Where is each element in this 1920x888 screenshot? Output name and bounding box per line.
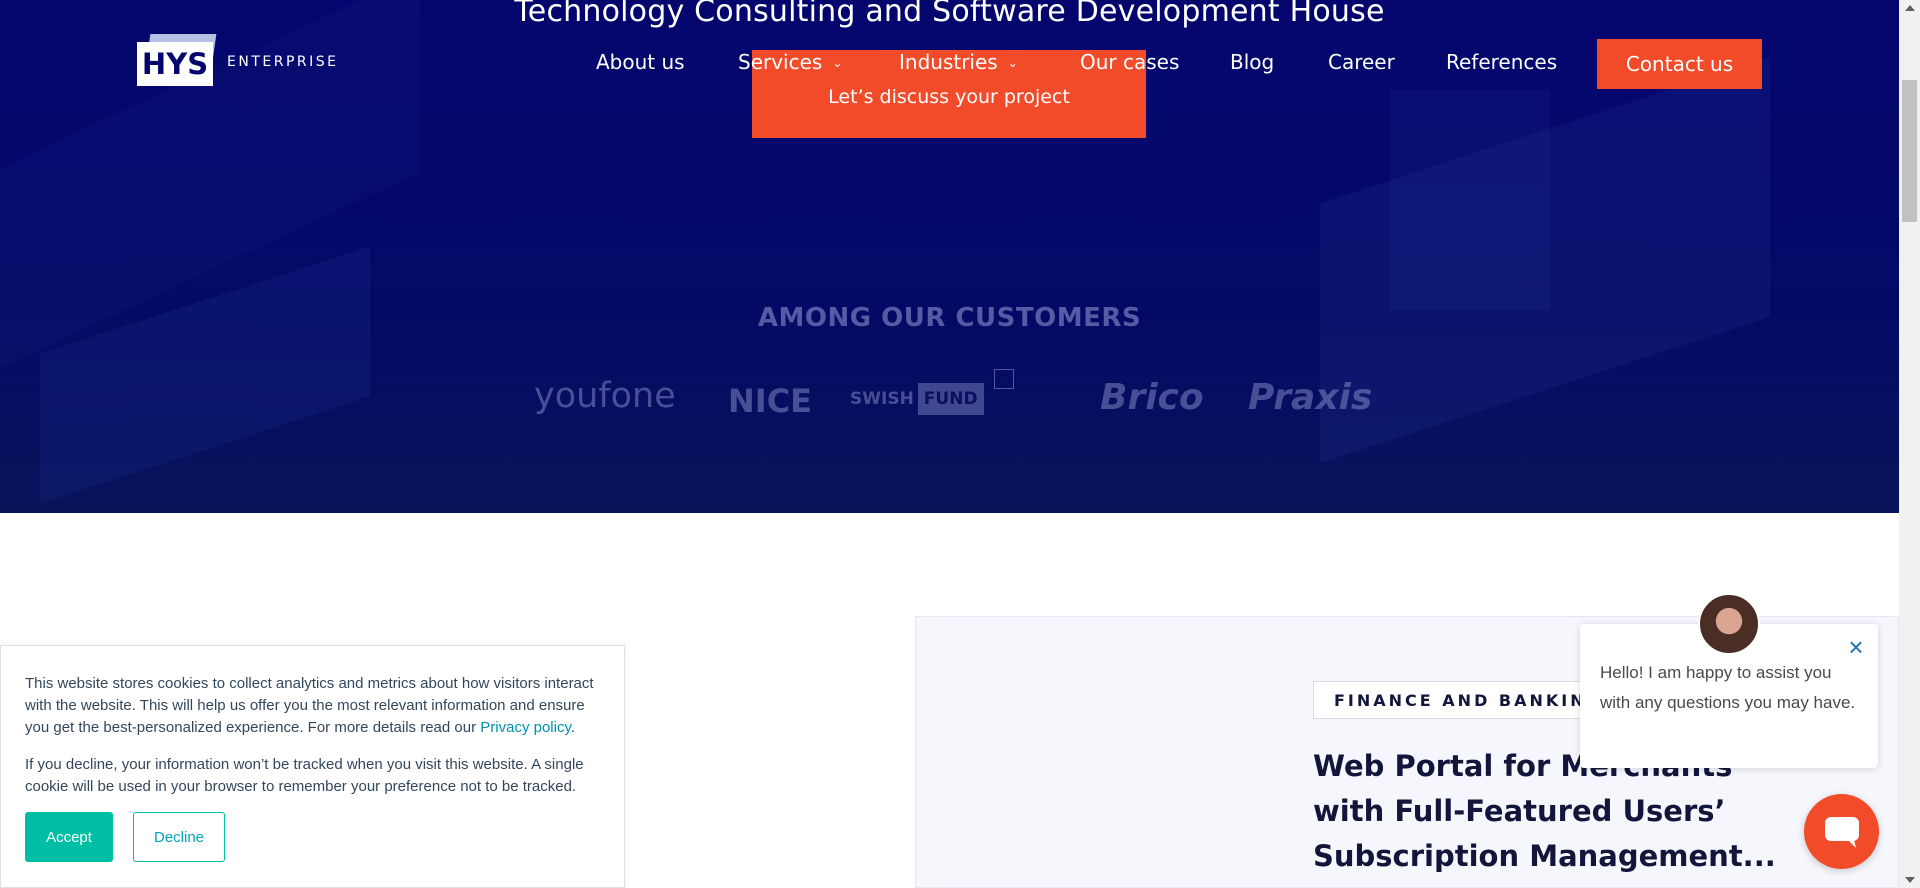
cookie-text-end: . bbox=[570, 719, 576, 736]
chevron-down-icon: ⌄ bbox=[832, 56, 843, 70]
hero-title: Technology Consulting and Software Devel… bbox=[514, 0, 1385, 29]
broken-image-icon bbox=[994, 369, 1014, 389]
chevron-down-icon: ⌄ bbox=[1007, 56, 1018, 70]
customer-logo-praxis: Praxis bbox=[1248, 377, 1373, 418]
scrollbar-thumb[interactable] bbox=[1902, 80, 1917, 222]
hero-section: Technology Consulting and Software Devel… bbox=[0, 0, 1899, 513]
customer-logo-swishfund: SWISH FUND bbox=[850, 383, 984, 415]
customers-heading: AMONG OUR CUSTOMERS bbox=[757, 303, 1142, 333]
customer-logo-brico: Brico bbox=[1100, 377, 1204, 418]
nav-item-references[interactable]: References bbox=[1446, 50, 1557, 74]
case-category-badge: FINANCE AND BANKING bbox=[1313, 681, 1624, 719]
chat-launcher-button[interactable] bbox=[1804, 794, 1879, 869]
nav-item-our-cases[interactable]: Our cases bbox=[1080, 50, 1179, 74]
nav-item-industries[interactable]: Industries ⌄ bbox=[899, 50, 1018, 74]
scroll-up-arrow-icon[interactable] bbox=[1905, 5, 1915, 11]
nav-item-services[interactable]: Services ⌄ bbox=[738, 50, 842, 74]
nav-item-label: Industries bbox=[899, 50, 998, 74]
nav-item-label: References bbox=[1446, 50, 1558, 74]
fund-text: FUND bbox=[917, 383, 984, 415]
site-logo[interactable]: HYS ENTERPRISE bbox=[137, 34, 338, 90]
agent-avatar bbox=[1698, 593, 1760, 655]
cookie-text: This website stores cookies to collect a… bbox=[25, 673, 605, 739]
chat-icon bbox=[1825, 817, 1859, 848]
privacy-policy-link[interactable]: Privacy policy bbox=[480, 719, 571, 736]
nav-item-about-us[interactable]: About us bbox=[596, 50, 685, 74]
nav-item-label: Blog bbox=[1230, 50, 1275, 74]
cookie-decline-text: If you decline, your information won’t b… bbox=[25, 756, 584, 795]
customer-logo-youfone: youfone bbox=[534, 376, 676, 416]
nav-item-label: Career bbox=[1328, 50, 1395, 74]
accept-cookies-button[interactable]: Accept bbox=[25, 812, 113, 862]
nav-item-label: Our cases bbox=[1080, 50, 1180, 74]
close-icon[interactable]: × bbox=[1845, 634, 1867, 660]
nav-item-label: Services bbox=[738, 50, 823, 74]
decline-cookies-button[interactable]: Decline bbox=[133, 812, 225, 862]
nav-item-blog[interactable]: Blog bbox=[1230, 50, 1274, 74]
chat-greeting-message: Hello! I am happy to assist you with any… bbox=[1600, 663, 1856, 712]
logo-mark: HYS bbox=[137, 34, 217, 90]
nav-item-label: About us bbox=[596, 50, 685, 74]
logo-wordmark: ENTERPRISE bbox=[227, 54, 339, 70]
customer-logo-nice: NICE bbox=[728, 382, 813, 420]
page-scrollbar[interactable] bbox=[1899, 0, 1920, 888]
scroll-down-arrow-icon[interactable] bbox=[1905, 877, 1915, 883]
decorative-shape bbox=[1390, 90, 1550, 310]
nav-item-career[interactable]: Career bbox=[1328, 50, 1395, 74]
swish-text: SWISH bbox=[850, 389, 914, 409]
contact-us-button[interactable]: Contact us bbox=[1597, 39, 1762, 89]
logo-mark-text: HYS bbox=[137, 42, 213, 86]
cookie-banner: This website stores cookies to collect a… bbox=[0, 645, 625, 888]
